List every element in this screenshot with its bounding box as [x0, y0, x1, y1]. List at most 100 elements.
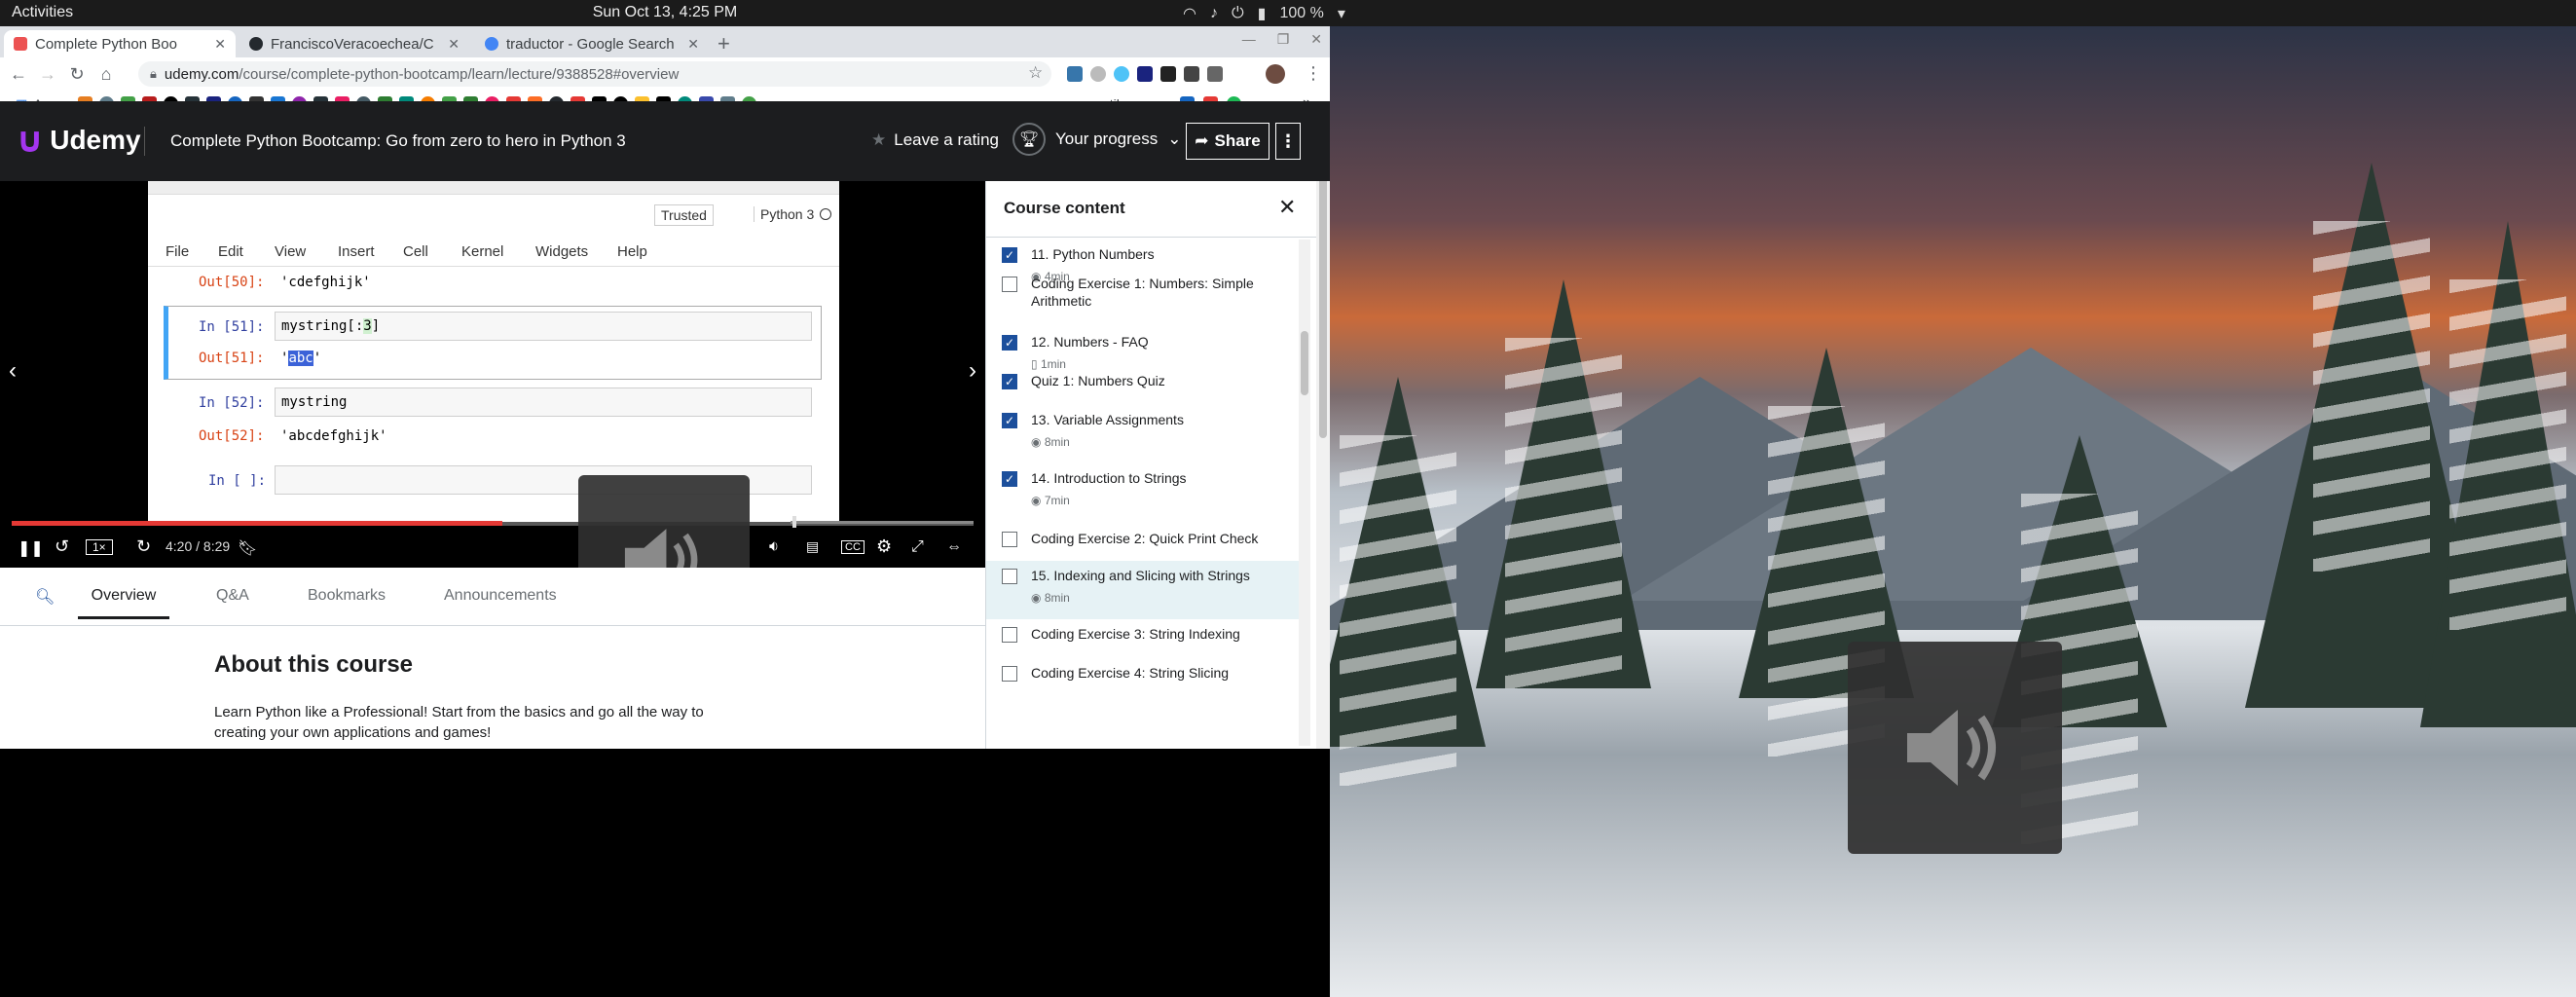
about-description: Learn Python like a Professional! Start … — [214, 704, 704, 741]
course-item[interactable]: Coding Exercise 3: String Indexing — [986, 619, 1300, 658]
completion-checkbox[interactable] — [1002, 666, 1017, 682]
in52-prompt: In [52]: — [199, 395, 265, 411]
maximize-icon[interactable]: ❐ — [1277, 31, 1290, 48]
in52-code: mystring — [275, 388, 812, 417]
leave-rating-label: Leave a rating — [894, 130, 999, 149]
completion-checkbox[interactable]: ✓ — [1002, 471, 1017, 487]
tab-qa[interactable]: Q&A — [216, 587, 249, 605]
tab-announcements[interactable]: Announcements — [444, 587, 557, 605]
eyedropper-icon[interactable] — [1207, 66, 1223, 82]
fullscreen-icon[interactable]: ⤢ — [911, 538, 924, 556]
bookmark-add-icon[interactable]: 🔖︎ — [238, 538, 257, 558]
completion-checkbox[interactable] — [1002, 569, 1017, 584]
minimize-icon[interactable]: ― — [1242, 31, 1256, 48]
course-item-title: 15. Indexing and Slicing with Strings — [1031, 568, 1250, 583]
your-progress-button[interactable]: 🏆︎ Your progress ⌄ — [1012, 123, 1181, 156]
extension-icon[interactable] — [1114, 66, 1129, 82]
previous-lecture-button[interactable]: ‹ — [0, 347, 25, 395]
forward-icon[interactable]: ↻ — [136, 536, 151, 557]
completion-checkbox[interactable]: ✓ — [1002, 335, 1017, 351]
course-item[interactable]: ✓ 11. Python Numbers ◉ 4min — [986, 240, 1300, 283]
course-item[interactable]: ✓ Quiz 1: Numbers Quiz — [986, 366, 1300, 405]
home-icon[interactable]: ⌂ — [95, 64, 117, 85]
completion-checkbox[interactable] — [1002, 532, 1017, 547]
tab-github[interactable]: FranciscoVeracoechea/C ✕ — [239, 30, 469, 57]
completion-checkbox[interactable]: ✓ — [1002, 247, 1017, 263]
power-icon: ⏻ — [1231, 5, 1244, 21]
battery-icon: ▮ — [1257, 6, 1267, 22]
playback-speed-button[interactable]: 1× — [86, 539, 113, 555]
notebook-menu-cell: Cell — [403, 243, 428, 260]
expand-icon[interactable]: ⇔ — [946, 538, 962, 556]
player-controls: ❚❚ ↺ 1× ↻ 4:20 / 8:29 🔖︎ 🔉︎ ▤ CC ⚙ ⤢ ⇔ — [0, 529, 985, 568]
extension-icon[interactable] — [1184, 66, 1199, 82]
tab-overview[interactable]: Overview — [78, 587, 169, 619]
desktop-volume-osd — [1848, 642, 2062, 854]
udemy-logo[interactable]: ∪ Udemy — [16, 123, 141, 158]
course-item[interactable]: Coding Exercise 4: String Slicing — [986, 658, 1300, 697]
speaker-icon — [1907, 710, 1996, 786]
jupyter-notebook-frame: Trusted Python 3 File Edit View Insert C… — [148, 181, 839, 522]
extension-icon[interactable] — [1137, 66, 1153, 82]
course-title[interactable]: Complete Python Bootcamp: Go from zero t… — [170, 131, 626, 151]
profile-avatar[interactable] — [1266, 64, 1285, 84]
play-circle-icon: ◉ — [1031, 494, 1045, 507]
bookmark-star-icon[interactable]: ☆ — [1028, 63, 1043, 83]
extension-icon[interactable] — [1090, 66, 1106, 82]
out51-value: 'abc' — [280, 351, 322, 366]
system-tray[interactable]: ◠ ♪ ⏻ ▮ 100 % ▾ — [1183, 4, 1345, 23]
browser-menu-icon[interactable]: ⋮ — [1305, 63, 1322, 84]
course-item[interactable]: Coding Exercise 2: Quick Print Check — [986, 524, 1300, 561]
tab-bookmarks[interactable]: Bookmarks — [308, 587, 386, 605]
new-tab-button[interactable]: + — [718, 31, 730, 56]
tab-google[interactable]: traductor - Google Search ✕ — [475, 30, 709, 57]
url-path: /course/complete-python-bootcamp/learn/l… — [239, 65, 680, 83]
tab-udemy[interactable]: Complete Python Boo ✕ — [4, 30, 236, 57]
pause-icon[interactable]: ❚❚ — [18, 538, 44, 558]
volume-icon[interactable]: 🔉︎ — [769, 538, 779, 556]
address-bar[interactable]: 🔒︎ udemy.com/course/complete-python-boot… — [138, 61, 1051, 87]
system-clock[interactable]: Sun Oct 13, 4:25 PM — [0, 4, 1330, 21]
course-item[interactable]: ✓ 12. Numbers - FAQ ▯ 1min — [986, 327, 1300, 371]
back-icon[interactable]: ← — [8, 64, 29, 85]
close-window-icon[interactable]: ✕ — [1310, 31, 1322, 48]
share-button[interactable]: ➦ Share — [1186, 123, 1270, 160]
completion-checkbox[interactable] — [1002, 627, 1017, 643]
video-player[interactable]: Trusted Python 3 File Edit View Insert C… — [0, 181, 985, 568]
captions-icon[interactable]: CC — [841, 540, 865, 554]
reload-icon[interactable]: ↻ — [66, 64, 88, 85]
completion-checkbox[interactable]: ✓ — [1002, 413, 1017, 428]
sidebar-scrollbar-thumb[interactable] — [1301, 331, 1308, 395]
course-item-title: Quiz 1: Numbers Quiz — [1031, 373, 1165, 388]
notebook-browser-strip — [148, 181, 839, 195]
notebook-menu-kernel: Kernel — [461, 243, 504, 260]
close-tab-icon[interactable]: ✕ — [214, 36, 226, 53]
settings-icon[interactable]: ⚙ — [876, 536, 892, 557]
transcript-icon[interactable]: ▤ — [806, 538, 819, 555]
completion-checkbox[interactable]: ✓ — [1002, 374, 1017, 389]
course-item[interactable]: 15. Indexing and Slicing with Strings ◉ 8… — [986, 561, 1300, 619]
more-options-button[interactable]: ⋮ — [1275, 123, 1301, 160]
next-lecture-button[interactable]: › — [960, 347, 985, 395]
volume-slider[interactable] — [791, 521, 974, 524]
notebook-menu-view: View — [275, 243, 307, 260]
leave-rating-button[interactable]: ★ Leave a rating — [871, 130, 999, 150]
completion-checkbox[interactable] — [1002, 277, 1017, 292]
trophy-icon: 🏆︎ — [1012, 123, 1046, 156]
close-sidebar-icon[interactable]: ✕ — [1278, 195, 1296, 220]
battery-percent: 100 % — [1279, 5, 1324, 21]
sidebar-scrollbar[interactable] — [1299, 240, 1310, 746]
close-tab-icon[interactable]: ✕ — [448, 36, 460, 53]
python-extension-icon[interactable] — [1067, 66, 1083, 82]
rewind-icon[interactable]: ↺ — [55, 536, 69, 557]
close-tab-icon[interactable]: ✕ — [687, 36, 699, 53]
volume-slider-handle[interactable] — [792, 516, 796, 528]
search-icon[interactable]: 🔍︎ — [35, 587, 55, 607]
course-item[interactable]: Coding Exercise 1: Numbers: Simple Arith… — [986, 269, 1300, 327]
seek-bar-progress — [12, 521, 502, 526]
kernel-name: Python 3 — [754, 206, 814, 222]
forward-icon[interactable]: → — [37, 64, 58, 85]
course-item[interactable]: ✓ 14. Introduction to Strings ◉ 7min — [986, 463, 1300, 524]
extension-icon[interactable] — [1160, 66, 1176, 82]
course-item[interactable]: ✓ 13. Variable Assignments ◉ 8min — [986, 405, 1300, 463]
